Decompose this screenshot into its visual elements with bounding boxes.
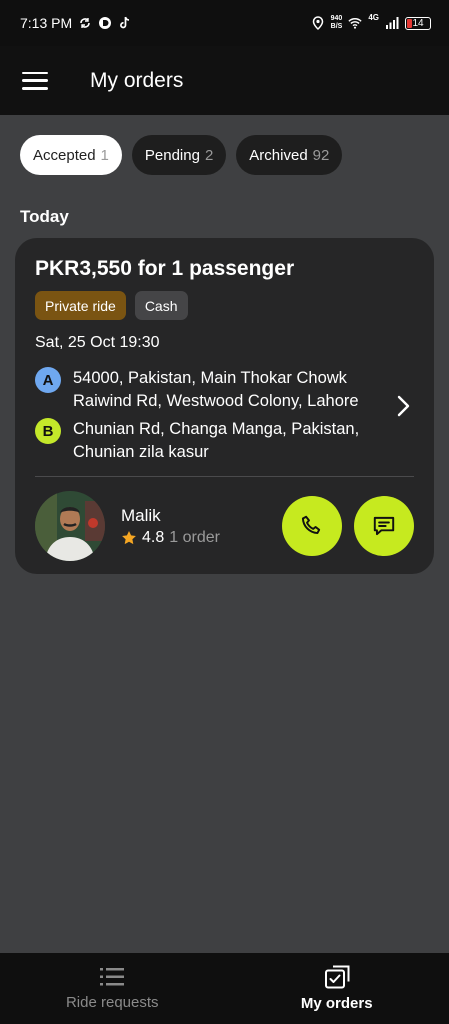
tab-count: 1 [100, 146, 109, 164]
order-title: PKR3,550 for 1 passenger [35, 257, 295, 280]
tab-count: 92 [312, 146, 330, 164]
bottom-navigation: Ride requests My orders [0, 953, 449, 1024]
status-bar: 7:13 PM 940 B/S 4G 14 [0, 0, 449, 46]
rating-value: 4.8 [142, 528, 165, 546]
net-speed: 940 B/S [331, 15, 343, 31]
nav-label: Ride requests [65, 994, 159, 1011]
pickup-badge: A [35, 367, 61, 393]
nav-ride-requests[interactable]: Ride requests [0, 953, 225, 1024]
page-title: My orders [90, 68, 184, 92]
payment-tag: Cash [134, 291, 188, 320]
contact-actions [282, 496, 414, 556]
net-speed-value: 940 [330, 15, 343, 22]
tab-accepted[interactable]: Accepted 1 [20, 135, 122, 175]
tab-archived[interactable]: Archived 92 [236, 135, 343, 175]
tab-label: Archived [249, 146, 308, 164]
app-bar: My orders [0, 46, 449, 115]
chat-icon [373, 516, 395, 536]
driver-order-count: 1 order [169, 528, 220, 546]
tab-label: Pending [144, 146, 200, 164]
orders-check-icon [324, 965, 350, 989]
dropoff-stop: B Chunian Rd, Changa Manga, Pakistan, Ch… [35, 418, 414, 464]
app-notification-icon [99, 17, 112, 29]
phone-icon [301, 515, 321, 535]
star-icon [122, 530, 136, 544]
divider [35, 476, 414, 477]
nav-label: My orders [300, 995, 373, 1012]
pickup-stop: A 54000, Pakistan, Main Thokar Chowk Rai… [35, 367, 414, 413]
tab-pending[interactable]: Pending 2 [131, 135, 227, 175]
menu-icon[interactable] [22, 71, 48, 90]
tab-label: Accepted [33, 146, 96, 164]
call-button[interactable] [282, 496, 342, 556]
driver-rating: 4.8 1 order [121, 529, 220, 547]
dropoff-badge: B [35, 418, 61, 444]
chevron-right-icon[interactable] [394, 392, 412, 420]
driver-name: Malik [121, 505, 161, 525]
driver-avatar [35, 491, 105, 561]
order-datetime: Sat, 25 Oct 19:30 [35, 334, 160, 351]
order-status-tabs: Accepted 1 Pending 2 Archived 92 [20, 135, 343, 175]
network-type: 4G [368, 13, 379, 22]
sync-icon [80, 18, 90, 28]
nav-my-orders[interactable]: My orders [225, 953, 449, 1024]
driver-info: Malik 4.8 1 order [121, 506, 220, 547]
net-speed-unit: B/S [330, 23, 343, 30]
driver-row: Malik 4.8 1 order [35, 491, 414, 561]
battery-indicator: 14 [405, 16, 431, 30]
list-icon [100, 968, 125, 986]
order-tags: Private ride Cash [35, 291, 414, 320]
dropoff-address: Chunian Rd, Changa Manga, Pakistan, Chun… [73, 420, 360, 461]
tiktok-icon [120, 16, 130, 29]
signal-icon [386, 17, 399, 29]
wifi-icon [348, 18, 362, 29]
ride-type-tag: Private ride [35, 291, 126, 320]
battery-level: 14 [412, 17, 424, 29]
pickup-address: 54000, Pakistan, Main Thokar Chowk Raiwi… [73, 369, 359, 410]
order-card[interactable]: PKR3,550 for 1 passenger Private ride Ca… [15, 238, 434, 574]
route[interactable]: A 54000, Pakistan, Main Thokar Chowk Rai… [35, 367, 414, 464]
status-time: 7:13 PM [20, 15, 73, 31]
chat-button[interactable] [354, 496, 414, 556]
tab-count: 2 [204, 146, 214, 164]
location-icon [312, 16, 323, 30]
section-label: Today [20, 207, 69, 226]
